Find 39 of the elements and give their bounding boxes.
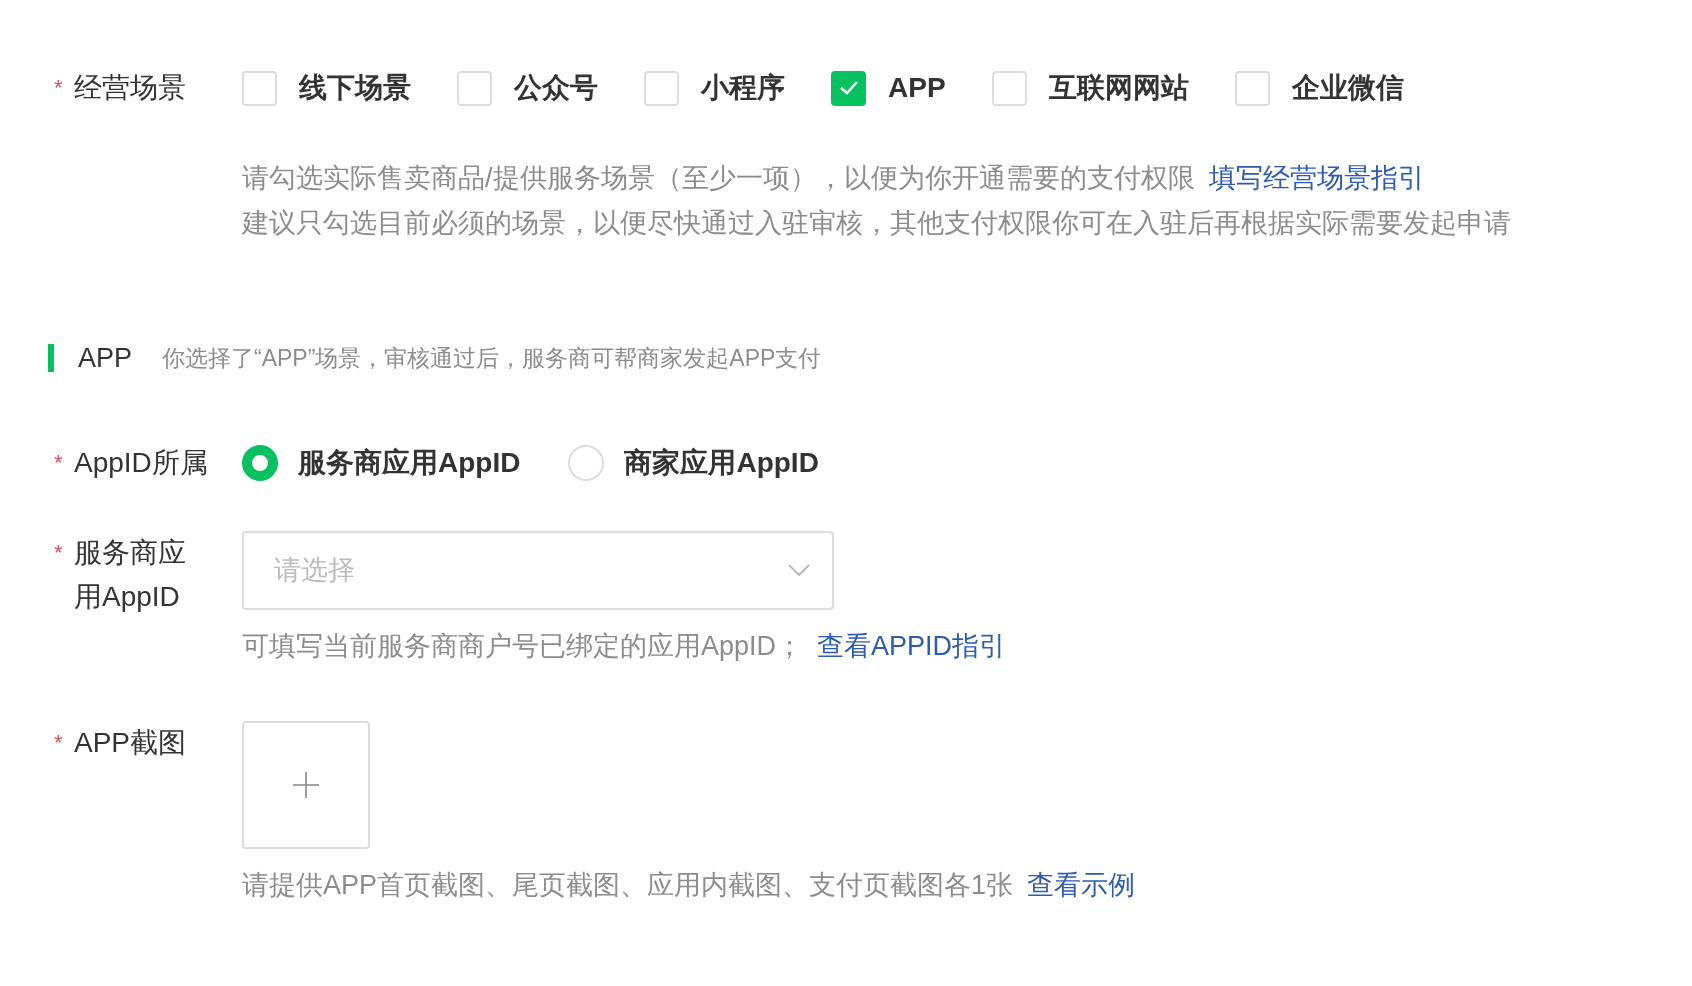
hint-text: 请提供APP首页截图、尾页截图、应用内截图、支付页截图各1张: [242, 869, 1014, 900]
checkbox[interactable]: [831, 70, 866, 106]
radio-button[interactable]: [242, 444, 278, 481]
checkbox-label: 企业微信: [1291, 71, 1404, 105]
required-mark: *: [54, 538, 64, 567]
guide-link[interactable]: 查看APPID指引: [817, 630, 1007, 661]
section-accent-bar: [48, 344, 54, 373]
guide-link[interactable]: 查看示例: [1027, 869, 1136, 900]
field-label: APP截图: [74, 725, 188, 760]
checkbox-label: 公众号: [514, 71, 598, 105]
upload-button[interactable]: [242, 720, 370, 849]
plus-icon: [292, 770, 320, 799]
checkbox-label: 互联网网站: [1048, 71, 1189, 105]
checkbox-label: APP: [888, 71, 946, 105]
hint-text: 请勾选实际售卖商品/提供服务场景（至少一项），以便为你开通需要的支付权限: [242, 163, 1195, 193]
radio-button[interactable]: [568, 444, 605, 481]
field-label: AppID所属: [74, 445, 209, 480]
hint-text: 建议只勾选目前必须的场景，以便尽快通过入驻审核，其他支付权限你可在入驻后再根据实际需要发起申请: [242, 208, 1511, 238]
required-mark: *: [54, 74, 64, 102]
checkbox[interactable]: [1234, 70, 1270, 106]
checkbox[interactable]: [457, 70, 492, 106]
field-label: 经营场景: [74, 71, 187, 105]
checkmark-icon: [838, 80, 859, 96]
section-description: 你选择了“APP”场景，审核通过后，服务商可帮商家发起APP支付: [162, 344, 822, 373]
section-title: APP: [78, 342, 133, 375]
radio-label: 商家应用AppID: [624, 445, 819, 480]
field-label: 服务商应用AppID: [74, 535, 187, 614]
checkbox-label: 小程序: [701, 71, 785, 105]
checkbox[interactable]: [242, 70, 277, 106]
checkbox[interactable]: [644, 70, 679, 106]
required-mark: *: [54, 728, 64, 757]
select-placeholder: 请选择: [274, 553, 355, 587]
hint-text: 可填写当前服务商商户号已绑定的应用AppID；: [242, 630, 804, 661]
checkbox-label: 线下场景: [299, 71, 411, 105]
required-mark: *: [54, 448, 64, 477]
checkbox[interactable]: [991, 70, 1027, 106]
radio-label: 服务商应用AppID: [298, 445, 521, 480]
guide-link[interactable]: 填写经营场景指引: [1208, 163, 1425, 193]
chevron-down-icon: [788, 564, 810, 576]
